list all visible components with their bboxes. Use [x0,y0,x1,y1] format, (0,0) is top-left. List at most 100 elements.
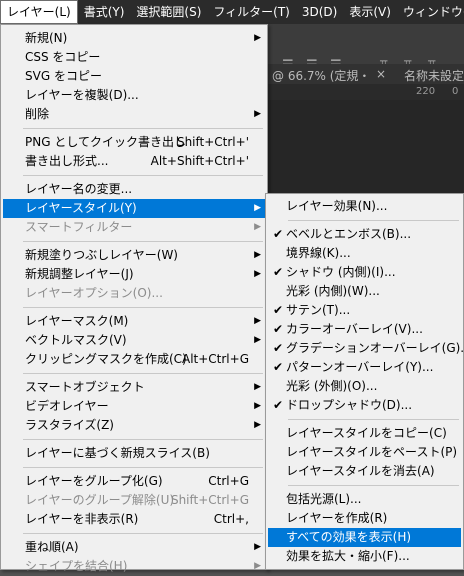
checkmark-icon: ✔ [273,360,284,374]
menu-item[interactable]: レイヤーを作成(R) [268,509,461,528]
menu-item[interactable]: レイヤーをグループ化(G) Ctrl+G [3,472,265,491]
menubar-item[interactable]: ウィンドウ(W) [397,0,464,24]
menu-item-label: ベベルとエンボス(B)... [286,227,412,241]
menu-bar: レイヤー(L) 書式(Y) 選択範囲(S) フィルター(T) 3D(D) 表示(V) ウィン… [0,0,464,24]
menu-item[interactable]: 新規塗りつぶしレイヤー(W) ▶ [3,246,265,265]
menu-item[interactable]: レイヤー効果(N)... [268,197,461,216]
menu-item[interactable]: レイヤースタイル(Y) ▶ [3,199,265,218]
menu-item-label: レイヤースタイルを消去(A) [286,464,435,478]
menu-item[interactable]: レイヤースタイルをペースト(P) [268,443,461,462]
menu-item[interactable]: クリッピングマスクを作成(C) Alt+Ctrl+G [3,350,265,369]
menubar-item[interactable]: フィルター(T) [207,0,295,24]
submenu-arrow-icon: ▶ [254,109,261,119]
menu-item-shortcut: Ctrl+G [208,474,249,488]
menu-item-label: レイヤースタイルをコピー(C) [286,426,447,440]
menu-item[interactable]: ✔ シャドウ (内側)(I)... [268,263,461,282]
menu-item-shortcut: Ctrl+, [213,512,249,526]
menu-separator [288,220,459,221]
menu-item[interactable]: ✔ ドロップシャドウ(D)... [268,396,461,415]
menu-item-label: ドロップシャドウ(D)... [286,398,413,412]
menubar-item[interactable]: 表示(V) [343,0,397,24]
menu-item[interactable]: レイヤーに基づく新規スライス(B) [3,444,265,463]
menubar-item[interactable]: 書式(Y) [78,0,131,24]
submenu-arrow-icon: ▶ [254,33,261,43]
menubar-item[interactable]: レイヤー(L) [0,0,78,24]
menu-item[interactable]: レイヤーマスク(M) ▶ [3,312,265,331]
menu-item[interactable]: 効果を拡大・縮小(F)... [268,547,461,566]
document-tab-2[interactable]: 名称未設定 [404,67,464,84]
layer-style-submenu: レイヤー効果(N)... ✔ ベベルとエンボス(B)... 境界線(K)... ✔ シャド… [265,193,464,570]
menu-item[interactable]: 光彩 (内側)(W)... [268,282,461,301]
menu-item-label: 削除 [25,107,50,121]
checkmark-icon: ✔ [273,265,284,279]
menubar-item[interactable]: 3D(D) [296,0,343,24]
checkmark-icon: ✔ [273,303,284,317]
menu-item-label: 境界線(K)... [286,246,351,260]
menu-separator [23,175,263,176]
menu-item-shortcut: Alt+Shift+Ctrl+' [150,154,249,168]
menu-separator [288,419,459,420]
menu-item[interactable]: ✔ カラーオーバーレイ(V)... [268,320,461,339]
menu-separator [288,485,459,486]
menu-item[interactable]: PNG としてクイック書き出し Shift+Ctrl+' [3,133,265,152]
menu-item: スマートフィルター ▶ [3,218,265,237]
menu-item-label: 包括光源(L)... [286,492,362,506]
menu-item[interactable]: すべての効果を表示(H) [268,528,461,547]
menu-item[interactable]: スマートオブジェクト ▶ [3,378,265,397]
menu-item-label: クリッピングマスクを作成(C) [25,352,187,366]
submenu-arrow-icon: ▶ [254,420,261,430]
menu-item: レイヤーのグループ解除(U) Shift+Ctrl+G [3,491,265,510]
menu-item-label: シェイプを結合(H) [25,559,128,573]
menu-item-label: 光彩 (内側)(W)... [286,284,380,298]
submenu-arrow-icon: ▶ [254,269,261,279]
menubar-item[interactable]: 選択範囲(S) [130,0,207,24]
menu-item[interactable]: ラスタライズ(Z) ▶ [3,416,265,435]
menu-item[interactable]: ✔ グラデーションオーバーレイ(G)... [268,339,464,358]
menu-item[interactable]: 新規(N) ▶ [3,29,265,48]
menu-item[interactable]: 重ね順(A) ▶ [3,538,265,557]
menu-item-label: レイヤーのグループ解除(U) [25,493,175,507]
menu-item[interactable]: ✔ サテン(T)... [268,301,461,320]
menu-item[interactable]: ベクトルマスク(V) ▶ [3,331,265,350]
submenu-arrow-icon: ▶ [254,222,261,232]
menu-separator [23,533,263,534]
menu-item-label: レイヤーに基づく新規スライス(B) [25,446,210,460]
menu-item[interactable]: レイヤースタイルをコピー(C) [268,424,461,443]
ruler-label: 220 [416,86,436,97]
menu-item[interactable]: 境界線(K)... [268,244,461,263]
menu-item[interactable]: 包括光源(L)... [268,490,461,509]
menu-item[interactable]: 削除 ▶ [3,105,265,124]
menu-separator [23,439,263,440]
menu-item-label: シャドウ (内側)(I)... [286,265,396,279]
menu-item-label: レイヤー効果(N)... [286,199,388,213]
menu-item-label: ビデオレイヤー [25,399,109,413]
submenu-arrow-icon: ▶ [254,250,261,260]
menu-item[interactable]: CSS をコピー [3,48,265,67]
menu-item-label: レイヤーを作成(R) [286,511,388,525]
submenu-arrow-icon: ▶ [254,316,261,326]
menu-item-label: レイヤーオプション(O)... [25,286,163,300]
menu-item[interactable]: レイヤーを複製(D)... [3,86,265,105]
menu-item[interactable]: SVG をコピー [3,67,265,86]
menu-item[interactable]: レイヤースタイルを消去(A) [268,462,461,481]
menu-item[interactable]: レイヤーを非表示(R) Ctrl+, [3,510,265,529]
menu-separator [23,241,263,242]
menu-item-label: ラスタライズ(Z) [25,418,114,432]
layer-menu: 新規(N) ▶ CSS をコピー SVG をコピー レイヤーを複製(D)... 削除 ▶ PN… [0,24,268,573]
menu-item-label: レイヤースタイル(Y) [25,201,137,215]
close-icon[interactable]: × [376,67,386,81]
menu-item-label: レイヤーを非表示(R) [25,512,139,526]
menu-item[interactable]: レイヤー名の変更... [3,180,265,199]
menu-item[interactable]: 新規調整レイヤー(J) ▶ [3,265,265,284]
menu-item-label: グラデーションオーバーレイ(G)... [286,341,464,355]
menu-item[interactable]: 書き出し形式... Alt+Shift+Ctrl+' [3,152,265,171]
menu-item-label: 効果を拡大・縮小(F)... [286,549,410,563]
menu-item-label: 新規塗りつぶしレイヤー(W) [25,248,178,262]
menu-item-label: レイヤースタイルをペースト(P) [286,445,458,459]
menu-item[interactable]: ✔ パターンオーバーレイ(Y)... [268,358,461,377]
menu-item[interactable]: ビデオレイヤー ▶ [3,397,265,416]
menu-item[interactable]: 光彩 (外側)(O)... [268,377,461,396]
menu-item[interactable]: ✔ ベベルとエンボス(B)... [268,225,461,244]
menu-item-label: レイヤー名の変更... [25,182,133,196]
document-tab[interactable]: @ 66.7% (定規・ [272,67,370,84]
